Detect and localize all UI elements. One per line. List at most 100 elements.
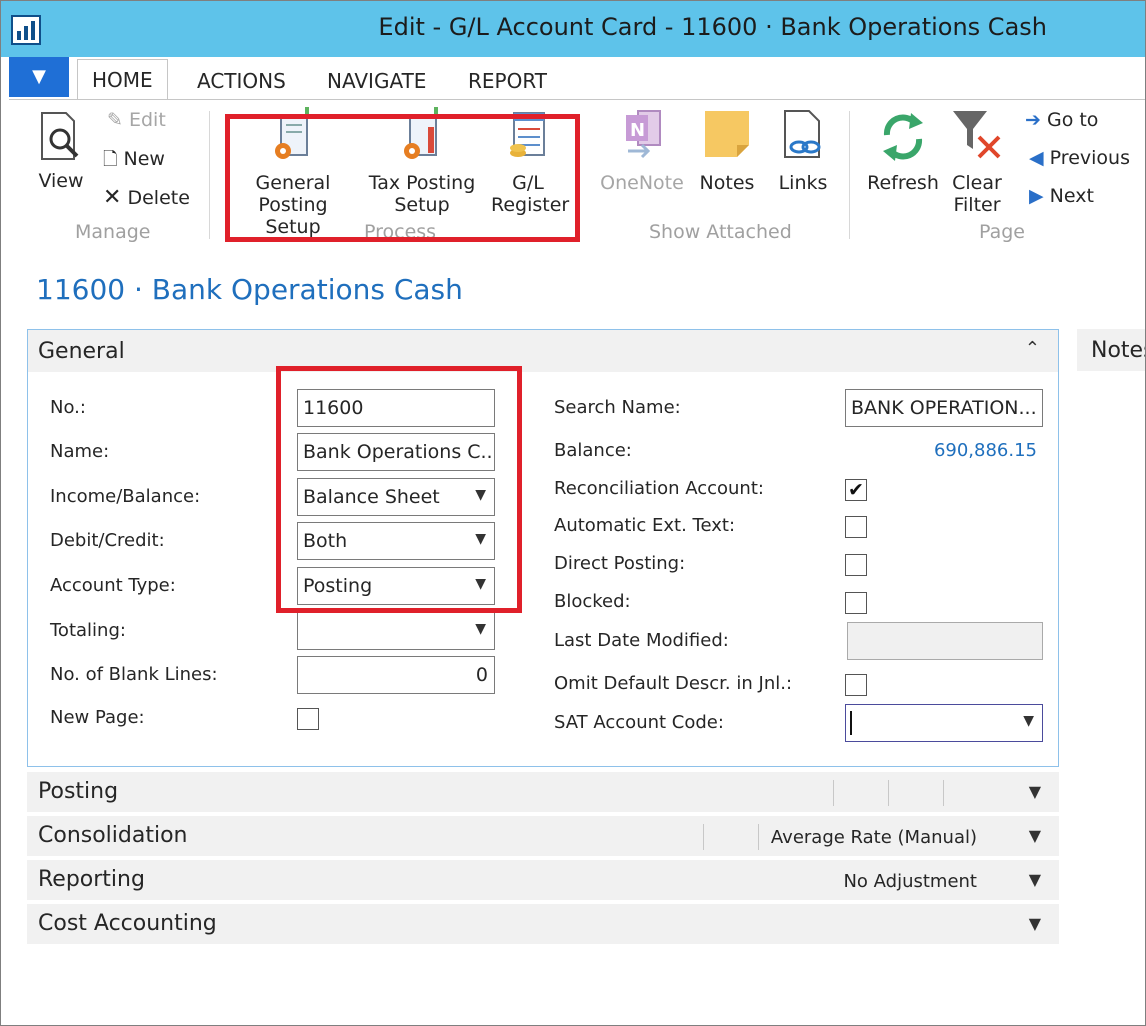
search-name-value: BANK OPERATION... — [851, 397, 1037, 419]
delete-x-icon: ✕ — [103, 185, 122, 210]
links-label: Links — [778, 172, 828, 194]
general-fasttab-title: General — [38, 339, 125, 364]
new-button[interactable]: 🗋 New — [103, 147, 165, 177]
reconciliation-label: Reconciliation Account: — [554, 478, 764, 499]
consolidation-summary: Average Rate (Manual) — [770, 827, 977, 848]
reporting-fasttab[interactable]: Reporting No Adjustment ▼ — [27, 860, 1059, 900]
delete-label: Delete — [127, 187, 190, 209]
onenote-label: OneNote — [600, 172, 684, 194]
new-document-icon: 🗋 — [103, 149, 118, 170]
view-button[interactable]: View — [35, 109, 87, 192]
consolidation-fasttab-title: Consolidation — [38, 823, 188, 848]
view-icon — [41, 112, 79, 160]
consolidation-fasttab[interactable]: Consolidation Average Rate (Manual) ▼ — [27, 816, 1059, 856]
reconciliation-checkbox[interactable]: ✔ — [845, 479, 867, 501]
tab-actions[interactable]: ACTIONS — [197, 69, 286, 93]
no-label: No.: — [50, 397, 86, 418]
chevron-down-icon: ▼ — [1023, 713, 1034, 729]
view-label: View — [38, 170, 84, 192]
delete-button[interactable]: ✕ Delete — [103, 185, 190, 210]
income-balance-label: Income/Balance: — [50, 486, 201, 507]
app-window: Edit - G/L Account Card - 11600 · Bank O… — [0, 0, 1146, 1026]
onenote-icon: N — [626, 110, 661, 159]
svg-text:N: N — [630, 120, 645, 141]
new-label: New — [123, 148, 165, 170]
links-button[interactable]: Links — [773, 107, 833, 194]
auto-ext-text-label: Automatic Ext. Text: — [554, 515, 736, 536]
debit-credit-label: Debit/Credit: — [50, 530, 165, 551]
direct-posting-checkbox[interactable] — [845, 554, 867, 576]
page-title: 11600 · Bank Operations Cash — [36, 273, 463, 306]
collapse-caret-icon[interactable]: ⌃ — [1025, 338, 1040, 359]
balance-label: Balance: — [554, 440, 632, 461]
direct-posting-label: Direct Posting: — [554, 553, 686, 574]
cost-accounting-fasttab-title: Cost Accounting — [38, 911, 217, 936]
tab-report[interactable]: REPORT — [468, 69, 547, 93]
go-to-label: Go to — [1046, 109, 1099, 131]
window-title: Edit - G/L Account Card - 11600 · Bank O… — [378, 13, 1047, 41]
checkmark-icon: ✔ — [848, 479, 864, 501]
previous-triangle-icon: ◀ — [1029, 147, 1044, 169]
edit-label: Edit — [128, 109, 166, 131]
tab-navigate[interactable]: NAVIGATE — [327, 69, 426, 93]
expand-chevron-icon[interactable]: ▼ — [1029, 914, 1041, 933]
ribbon-separator — [209, 111, 210, 239]
omit-descr-label: Omit Default Descr. in Jnl.: — [554, 673, 793, 694]
search-name-field[interactable]: BANK OPERATION... — [845, 389, 1043, 427]
expand-chevron-icon[interactable]: ▼ — [1029, 826, 1041, 845]
clear-filter-label-2: Filter — [953, 194, 1001, 216]
name-label: Name: — [50, 441, 110, 462]
next-label: Next — [1049, 185, 1094, 207]
notes-label: Notes — [699, 172, 755, 194]
next-triangle-icon: ▶ — [1029, 185, 1044, 207]
group-label-page: Page — [979, 221, 1025, 243]
totaling-field[interactable]: ▼ — [297, 612, 495, 650]
auto-ext-text-checkbox[interactable] — [845, 516, 867, 538]
links-icon — [784, 110, 821, 158]
cost-accounting-fasttab[interactable]: Cost Accounting ▼ — [27, 904, 1059, 944]
tab-home[interactable]: HOME — [77, 59, 168, 101]
notes-factbox[interactable]: Notes — [1077, 329, 1145, 371]
reporting-fasttab-title: Reporting — [38, 867, 145, 892]
edit-button[interactable]: ✎ Edit — [107, 109, 166, 131]
totaling-label: Totaling: — [50, 620, 126, 641]
new-page-label: New Page: — [50, 707, 145, 728]
sat-code-select[interactable]: ▼ — [845, 704, 1043, 742]
account-type-label: Account Type: — [50, 575, 176, 596]
last-date-field — [847, 622, 1043, 660]
notes-button[interactable]: Notes — [695, 107, 759, 194]
expand-chevron-icon[interactable]: ▼ — [1029, 870, 1041, 889]
refresh-icon — [883, 113, 923, 161]
refresh-label: Refresh — [867, 172, 939, 194]
group-label-manage: Manage — [75, 221, 151, 243]
reporting-summary: No Adjustment — [843, 871, 977, 892]
posting-fasttab[interactable]: Posting ▼ — [27, 772, 1059, 812]
refresh-button[interactable]: Refresh — [867, 107, 939, 194]
blank-lines-value: 0 — [475, 664, 488, 686]
ribbon-separator — [849, 111, 850, 239]
last-date-label: Last Date Modified: — [554, 630, 729, 651]
notes-factbox-title: Notes — [1091, 338, 1145, 363]
previous-button[interactable]: ◀ Previous — [1029, 147, 1130, 169]
blank-lines-label: No. of Blank Lines: — [50, 664, 218, 685]
general-fasttab-header[interactable]: General ⌃ — [28, 330, 1058, 372]
chevron-down-icon: ▼ — [475, 621, 486, 637]
expand-chevron-icon[interactable]: ▼ — [1029, 782, 1041, 801]
ribbon-tab-row — [1, 57, 1145, 99]
search-name-label: Search Name: — [554, 397, 681, 418]
clear-filter-button[interactable]: Clear Filter — [947, 107, 1007, 216]
blocked-checkbox[interactable] — [845, 592, 867, 614]
separator — [943, 780, 944, 806]
previous-label: Previous — [1049, 147, 1130, 169]
new-page-checkbox[interactable] — [297, 708, 319, 730]
notes-icon — [705, 111, 749, 157]
blank-lines-field[interactable]: 0 — [297, 656, 495, 694]
omit-descr-checkbox[interactable] — [845, 674, 867, 696]
app-menu-button[interactable]: ▼ — [9, 57, 69, 97]
onenote-button[interactable]: N OneNote — [599, 107, 685, 194]
balance-link[interactable]: 690,886.15 — [845, 440, 1037, 461]
arrow-right-icon: ➔ — [1025, 109, 1041, 131]
sat-code-label: SAT Account Code: — [554, 712, 724, 733]
go-to-button[interactable]: ➔ Go to — [1025, 109, 1098, 131]
next-button[interactable]: ▶ Next — [1029, 185, 1094, 207]
